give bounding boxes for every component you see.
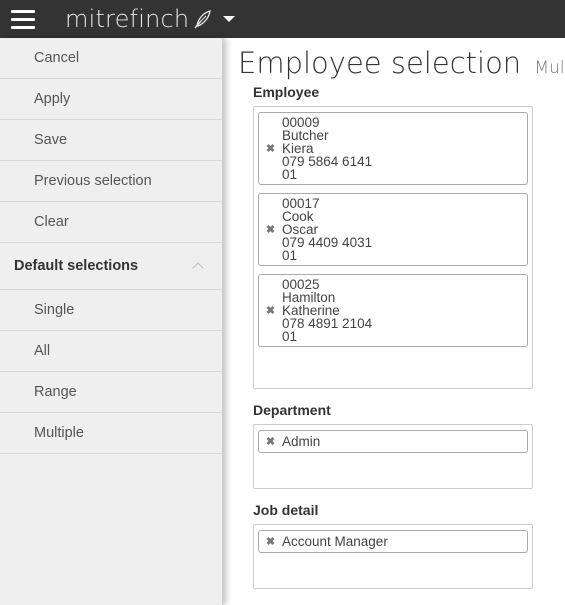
brand-menu[interactable]: mitrefinch [65,5,236,33]
default-single-button[interactable]: Single [0,290,222,331]
employee-section: Employee ✖ 00009 Butcher Kiera 079 5864 … [253,84,533,389]
chip-line: Account Manager [282,534,388,549]
save-button[interactable]: Save [0,120,222,161]
sidebar-item-label: All [34,343,51,359]
chip-text: 00009 Butcher Kiera 079 5864 6141 01 [282,116,378,182]
employee-chip[interactable]: ✖ 00017 Cook Oscar 079 4409 4031 01 [258,193,528,266]
page-subtitle: Multiple [534,58,565,78]
sidebar-item-label: Cancel [34,50,80,66]
department-section: Department ✖ Admin [253,402,533,489]
brand-name: mitrefinch [65,5,190,33]
page-title-text: Employee selection [238,46,522,80]
job-detail-search-input[interactable] [258,561,528,581]
chip-text: Account Manager [282,534,394,549]
remove-icon[interactable]: ✖ [259,535,282,548]
chip-line: Admin [282,434,321,449]
caret-down-icon[interactable] [223,16,236,22]
menu-icon[interactable] [0,0,46,38]
chip-line: 01 [282,329,298,344]
top-bar: mitrefinch [0,0,565,38]
page-title: Employee selection Multiple [238,46,565,80]
employee-chip[interactable]: ✖ 00025 Hamilton Katherine 078 4891 2104… [258,274,528,347]
main-panel: Employee selection Multiple Employee ✖ 0… [223,38,565,605]
chip-text: 00025 Hamilton Katherine 078 4891 2104 0… [282,278,378,344]
sidebar-item-label: Range [34,384,77,400]
sidebar-item-label: Save [34,132,68,148]
chip-text: 00017 Cook Oscar 079 4409 4031 01 [282,197,378,263]
apply-button[interactable]: Apply [0,79,222,120]
employee-label: Employee [253,84,320,100]
default-selections-title: Default selections [14,258,139,274]
default-multiple-button[interactable]: Multiple [0,413,222,454]
job-detail-section: Job detail ✖ Account Manager [253,502,533,589]
chip-line: 01 [282,167,298,182]
job-detail-chip[interactable]: ✖ Account Manager [258,530,528,553]
default-selections-header[interactable]: Default selections [0,243,222,290]
quill-icon [194,10,212,29]
remove-icon[interactable]: ✖ [259,435,282,448]
remove-icon[interactable]: ✖ [259,304,282,317]
department-label: Department [253,402,331,418]
department-search-input[interactable] [258,461,528,481]
remove-icon[interactable]: ✖ [259,223,282,236]
job-detail-label: Job detail [253,502,319,518]
default-range-button[interactable]: Range [0,372,222,413]
cancel-button[interactable]: Cancel [0,38,222,79]
chevron-up-icon [192,262,204,274]
employee-search-input[interactable] [258,355,528,385]
clear-button[interactable]: Clear [0,202,222,243]
chip-text: Admin [282,434,326,449]
job-detail-multiselect[interactable]: ✖ Account Manager [253,524,533,589]
chip-line: 01 [282,248,298,263]
sidebar-item-label: Clear [34,214,69,230]
sidebar-item-label: Single [34,302,75,318]
department-chip[interactable]: ✖ Admin [258,430,528,453]
employee-multiselect[interactable]: ✖ 00009 Butcher Kiera 079 5864 6141 01 ✖… [253,106,533,389]
remove-icon[interactable]: ✖ [259,142,282,155]
department-multiselect[interactable]: ✖ Admin [253,424,533,489]
sidebar-item-label: Previous selection [34,173,152,189]
sidebar: Cancel Apply Save Previous selection Cle… [0,38,223,605]
employee-chip[interactable]: ✖ 00009 Butcher Kiera 079 5864 6141 01 [258,112,528,185]
sidebar-item-label: Multiple [34,425,84,441]
previous-selection-button[interactable]: Previous selection [0,161,222,202]
default-all-button[interactable]: All [0,331,222,372]
sidebar-item-label: Apply [34,91,71,107]
